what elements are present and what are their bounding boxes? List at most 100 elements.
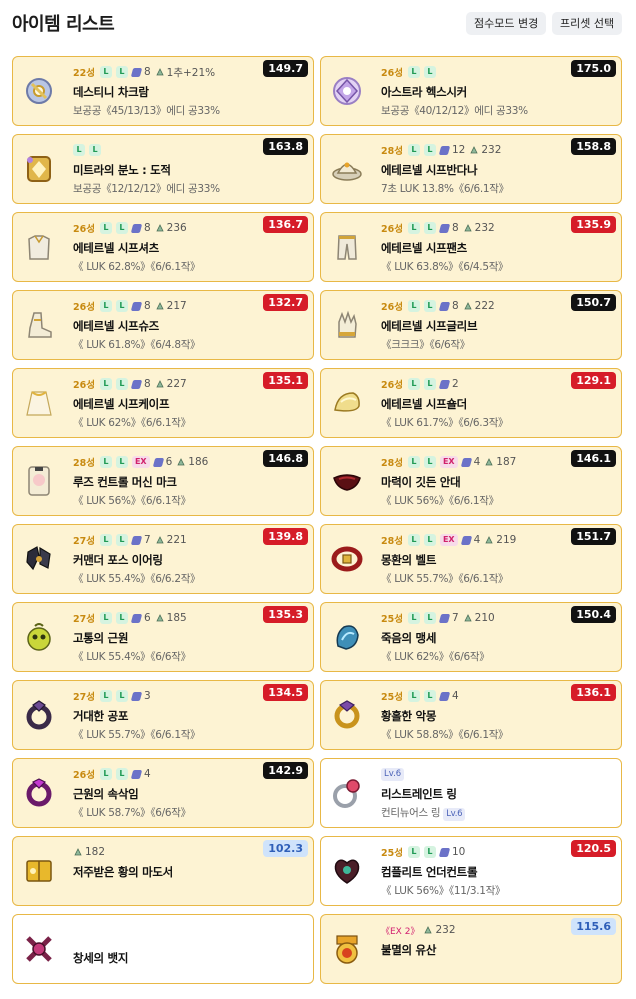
- score-badge: 115.6: [571, 918, 616, 935]
- scroll-count: 12: [451, 144, 466, 156]
- stat-stone-icon: [463, 301, 473, 311]
- score-mode-button[interactable]: 점수모드 변경: [466, 12, 547, 35]
- item-card[interactable]: 27성 L L 7 221 커맨더 포스 이어링 《 LUK 55.4%》《6/6.2작》 1…: [12, 524, 314, 594]
- item-card[interactable]: L L 미트라의 분노 : 도적 보공공《12/12/12》에디 공33% 163.8: [12, 134, 314, 204]
- item-card[interactable]: 22성 L L 8 1추+21% 데스티니 차크람 보공공《45/13/13》에디 공33%…: [12, 56, 314, 126]
- item-card[interactable]: 26성 L L 4 근원의 속삭임 《 LUK 58.7%》《6/6작》 142.9: [12, 758, 314, 828]
- starforce-label: 27성: [73, 614, 95, 625]
- scroll-count: 4: [451, 690, 459, 702]
- item-options: 《 LUK 55.7%》《6/6.1작》: [73, 729, 201, 741]
- scroll-icon: [130, 223, 143, 233]
- legendary-badge: L: [407, 612, 420, 624]
- item-card[interactable]: 26성 L L 8 227 에테르넬 시프케이프 《 LUK 62%》《6/6.1작》 135…: [12, 368, 314, 438]
- legendary-badge: L: [99, 300, 112, 312]
- scroll-icon: [438, 691, 451, 701]
- item-card[interactable]: 26성 L L 8 217 에테르넬 시프슈즈 《 LUK 61.8%》《6/4.8작》 13…: [12, 290, 314, 360]
- legendary-badge: L: [407, 66, 420, 78]
- legendary-badge: L: [423, 846, 436, 858]
- item-name: 저주받은 황의 마도서: [73, 865, 173, 879]
- item-name: 황홀한 악몽: [381, 709, 437, 723]
- hat-icon: [330, 152, 364, 186]
- legendary-badge: L: [423, 378, 436, 390]
- item-card[interactable]: 28성 L L EX 4 187 마력이 깃든 안대 《 LUK 56%》《6/6.1작》 14…: [320, 446, 622, 516]
- legendary-badge: L: [99, 768, 112, 780]
- book-icon: [22, 854, 56, 888]
- item-card[interactable]: 28성 L L 12 232 에테르넬 시프반다나 7초 LUK 13.8%《6/6.1작》…: [320, 134, 622, 204]
- pendant-blue-icon: [330, 620, 364, 654]
- item-card[interactable]: 28성 L L EX 4 219 몽환의 벨트 《 LUK 55.7%》《6/6.1작》 151…: [320, 524, 622, 594]
- starforce-label: 27성: [73, 692, 95, 703]
- scroll-icon: [460, 457, 472, 467]
- legendary-badge: L: [407, 534, 420, 546]
- legendary-badge: L: [423, 66, 436, 78]
- item-card[interactable]: 26성 L L 아스트라 헥스시커 보공공《40/12/12》에디 공33% 175.0: [320, 56, 622, 126]
- score-badge: 139.8: [263, 528, 308, 545]
- item-card[interactable]: 26성 L L 8 222 에테르넬 시프글리브 《크크크》《6/6작》 150.7: [320, 290, 622, 360]
- score-badge: 149.7: [263, 60, 308, 77]
- scroll-count: 7: [143, 534, 151, 546]
- item-card[interactable]: 27성 L L 3 거대한 공포 《 LUK 55.7%》《6/6.1작》 134.5: [12, 680, 314, 750]
- ring-purple-icon: [22, 776, 56, 810]
- starforce-label: 28성: [381, 146, 403, 157]
- stat-stone-icon: [155, 67, 165, 77]
- stat-stone-icon: [484, 535, 494, 545]
- item-card[interactable]: 《EX 2》 232 불멸의 유산 115.6: [320, 914, 622, 984]
- item-card[interactable]: Lv.6 리스트레인트 링 컨티뉴어스 링 Lv.6: [320, 758, 622, 828]
- item-name: 리스트레인트 링: [381, 787, 457, 801]
- item-name: 에테르넬 시프숄더: [381, 397, 467, 411]
- score-badge: 142.9: [263, 762, 308, 779]
- item-tags: 28성 L L EX 6 186: [73, 455, 212, 469]
- item-card[interactable]: 182 저주받은 황의 마도서 102.3: [12, 836, 314, 906]
- item-card[interactable]: 26성 L L 2 에테르넬 시프숄더 《 LUK 61.7%》《6/6.3작》 129.1: [320, 368, 622, 438]
- scroll-count: 6: [165, 456, 173, 468]
- item-tags: 26성 L L 8 217: [73, 299, 191, 313]
- item-card[interactable]: 25성 L L 10 컴플리트 언더컨트롤 《 LUK 56%》《11/3.1작》 120.…: [320, 836, 622, 906]
- item-tags: 27성 L L 7 221: [73, 533, 191, 547]
- item-options: 《 LUK 63.8%》《6/4.5작》: [381, 261, 509, 273]
- level-badge: Lv.6: [381, 767, 405, 781]
- scroll-icon: [130, 691, 143, 701]
- legendary-badge: L: [115, 456, 128, 468]
- score-badge: 163.8: [263, 138, 308, 155]
- legendary-badge: L: [99, 456, 112, 468]
- item-options: 《 LUK 62.8%》《6/6.1작》: [73, 261, 201, 273]
- legendary-badge: L: [99, 378, 112, 390]
- level-badge: Lv.6: [443, 808, 466, 821]
- starforce-label: 26성: [381, 380, 403, 391]
- preset-select-button[interactable]: 프리셋 선택: [552, 12, 623, 35]
- exceptional-badge: EX: [439, 534, 458, 546]
- stat-stone-icon: [176, 457, 186, 467]
- exceptional-badge: EX: [131, 456, 150, 468]
- legendary-badge: L: [423, 144, 436, 156]
- starforce-label: 26성: [73, 770, 95, 781]
- item-tags: 26성 L L 8 232: [381, 221, 499, 235]
- item-card[interactable]: 26성 L L 8 232 에테르넬 시프팬츠 《 LUK 63.8%》《6/4.5작》 13…: [320, 212, 622, 282]
- glove-icon: [330, 308, 364, 342]
- item-name: 고통의 근원: [73, 631, 129, 645]
- starforce-label: 26성: [73, 380, 95, 391]
- shirt-icon: [22, 230, 56, 264]
- scroll-count: 10: [451, 846, 466, 858]
- item-card[interactable]: 창세의 뱃지: [12, 914, 314, 984]
- item-name: 에테르넬 시프슈즈: [73, 319, 159, 333]
- item-name: 에테르넬 시프팬츠: [381, 241, 467, 255]
- legendary-badge: L: [407, 222, 420, 234]
- legendary-badge: L: [423, 534, 436, 546]
- item-card[interactable]: 26성 L L 8 236 에테르넬 시프셔츠 《 LUK 62.8%》《6/6.1작》 13…: [12, 212, 314, 282]
- stat-stone-icon: [463, 223, 473, 233]
- item-name: 컴플리트 언더컨트롤: [381, 865, 478, 879]
- item-options: 보공공《40/12/12》에디 공33%: [381, 105, 528, 117]
- item-card[interactable]: 25성 L L 4 황홀한 악몽 《 LUK 58.8%》《6/6.1작》 136.1: [320, 680, 622, 750]
- pants-icon: [330, 230, 364, 264]
- face-accessory-icon: [22, 464, 56, 498]
- item-card[interactable]: 28성 L L EX 6 186 루즈 컨트롤 머신 마크 《 LUK 56%》《6/6.1작…: [12, 446, 314, 516]
- scroll-icon: [130, 769, 143, 779]
- scroll-count: 8: [143, 66, 151, 78]
- scroll-icon: [152, 457, 164, 467]
- item-tags: Lv.6: [381, 767, 405, 781]
- item-card[interactable]: 27성 L L 6 185 고통의 근원 《 LUK 55.4%》《6/6작》 135.3: [12, 602, 314, 672]
- item-card[interactable]: 25성 L L 7 210 죽음의 맹세 《 LUK 62%》《6/6작》 150.4: [320, 602, 622, 672]
- legendary-badge: L: [73, 144, 85, 156]
- earring-icon: [22, 542, 56, 576]
- score-badge: 135.9: [571, 216, 616, 233]
